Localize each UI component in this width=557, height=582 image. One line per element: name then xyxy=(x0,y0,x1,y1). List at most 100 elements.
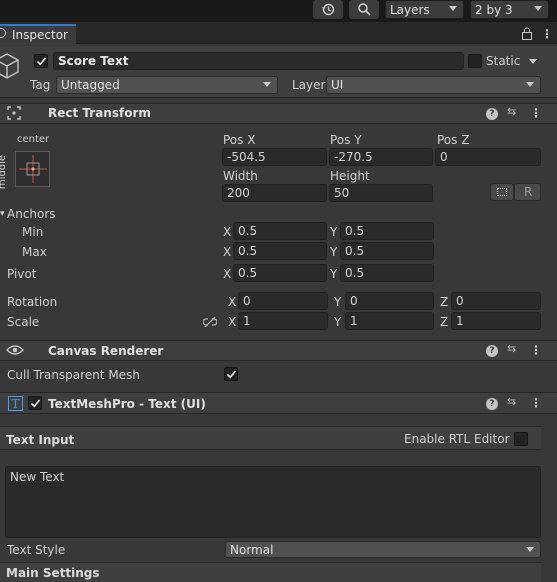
chevron-down-icon xyxy=(449,6,457,11)
presets-icon[interactable]: ⇆ xyxy=(507,342,516,355)
anchor-preset-button[interactable] xyxy=(15,151,50,187)
scale-label: Scale xyxy=(7,315,40,329)
max-label: Max xyxy=(22,245,47,259)
x-label: X xyxy=(223,267,232,281)
static-label: Static xyxy=(486,54,521,68)
gameobject-cube-icon xyxy=(0,53,19,79)
x-label: X xyxy=(228,315,237,329)
raw-edit-button[interactable]: R xyxy=(514,183,541,201)
lock-icon[interactable] xyxy=(521,27,533,40)
eye-icon xyxy=(6,345,24,355)
tab-inspector[interactable]: Inspector xyxy=(0,24,76,45)
more-options-icon[interactable]: ⋮ xyxy=(530,395,542,411)
layers-dropdown[interactable]: Layers xyxy=(385,0,464,19)
object-name-input[interactable]: Score Text xyxy=(53,52,464,70)
chevron-down-icon xyxy=(534,6,542,11)
static-dropdown-chevron-icon[interactable] xyxy=(529,59,537,64)
help-icon[interactable]: ? xyxy=(486,108,498,120)
rect-transform-title: Rect Transform xyxy=(48,106,151,120)
width-label: Width xyxy=(223,169,258,183)
pos-x-field[interactable]: -504.5 xyxy=(222,148,327,166)
help-icon[interactable]: ? xyxy=(486,345,498,357)
anchors-label: Anchors xyxy=(7,207,56,221)
chevron-down-icon xyxy=(263,82,271,87)
cull-transparent-mesh-checkbox[interactable] xyxy=(224,367,238,381)
pivot-label: Pivot xyxy=(7,267,37,281)
z-label: Z xyxy=(440,315,449,329)
chevron-down-icon xyxy=(526,547,534,552)
active-checkbox[interactable] xyxy=(34,54,48,68)
scale-z-field[interactable]: 1 xyxy=(451,312,541,330)
pos-y-label: Pos Y xyxy=(330,133,362,147)
rect-transform-icon xyxy=(7,106,21,120)
anchor-min-y-field[interactable]: 0.5 xyxy=(340,222,434,240)
static-checkbox[interactable] xyxy=(468,54,482,68)
enable-rtl-editor-checkbox[interactable] xyxy=(514,432,528,446)
height-label: Height xyxy=(330,169,370,183)
more-options-icon[interactable]: ⋮ xyxy=(530,105,542,121)
text-input-label: Text Input xyxy=(6,433,75,447)
cull-transparent-mesh-label: Cull Transparent Mesh xyxy=(7,368,140,382)
scale-x-field[interactable]: 1 xyxy=(238,312,328,330)
text-style-label: Text Style xyxy=(7,543,66,557)
rotation-x-field[interactable]: 0 xyxy=(238,292,328,310)
tag-dropdown[interactable]: Untagged xyxy=(56,76,278,94)
pos-x-label: Pos X xyxy=(223,133,256,147)
text-input-area[interactable]: New Text xyxy=(5,466,541,538)
layer-label: Layer xyxy=(292,78,326,92)
main-settings-label: Main Settings xyxy=(6,566,100,580)
y-label: Y xyxy=(334,315,342,329)
x-label: X xyxy=(223,245,232,259)
text-style-dropdown[interactable]: Normal xyxy=(225,541,541,558)
layout-label: 2 by 3 xyxy=(475,3,513,17)
pos-y-field[interactable]: -270.5 xyxy=(329,148,433,166)
scale-y-field[interactable]: 1 xyxy=(345,312,434,330)
textmeshpro-enabled-checkbox[interactable] xyxy=(28,396,42,410)
tag-value: Untagged xyxy=(61,78,120,92)
history-icon xyxy=(322,3,335,16)
more-options-icon[interactable]: ⋮ xyxy=(530,342,542,358)
pivot-y-field[interactable]: 0.5 xyxy=(340,264,434,282)
anchor-max-y-field[interactable]: 0.5 xyxy=(340,242,434,260)
more-options-icon[interactable]: ⋮ xyxy=(541,26,553,42)
enable-rtl-editor-label: Enable RTL Editor xyxy=(404,432,510,446)
rotation-z-field[interactable]: 0 xyxy=(451,292,541,310)
layer-dropdown[interactable]: UI xyxy=(326,76,541,94)
presets-icon[interactable]: ⇆ xyxy=(507,395,516,408)
anchor-h-label: center xyxy=(17,134,50,145)
blueprint-icon xyxy=(497,188,507,196)
history-button[interactable] xyxy=(313,0,343,19)
constrain-proportions-icon[interactable] xyxy=(203,316,217,328)
min-label: Min xyxy=(22,225,44,239)
height-field[interactable]: 50 xyxy=(329,184,433,202)
width-field[interactable]: 200 xyxy=(222,184,327,202)
textmeshpro-title: TextMeshPro - Text (UI) xyxy=(48,397,206,411)
text-style-value: Normal xyxy=(230,543,274,557)
blueprint-mode-button[interactable] xyxy=(490,183,514,201)
layer-value: UI xyxy=(331,78,344,92)
anchor-max-x-field[interactable]: 0.5 xyxy=(233,242,327,260)
tab-bar xyxy=(0,22,557,44)
info-icon xyxy=(0,28,6,38)
object-name-value: Score Text xyxy=(58,54,129,68)
layers-label: Layers xyxy=(390,3,430,17)
foldout-arrow-icon[interactable]: ▾ xyxy=(0,206,5,222)
rotation-label: Rotation xyxy=(7,295,58,309)
chevron-down-icon xyxy=(526,82,534,87)
x-label: X xyxy=(223,225,232,239)
pivot-x-field[interactable]: 0.5 xyxy=(233,264,327,282)
text-input-value: New Text xyxy=(10,470,65,484)
search-icon xyxy=(358,3,371,16)
search-button[interactable] xyxy=(349,0,379,19)
tag-label: Tag xyxy=(30,78,51,92)
anchor-preset-icon xyxy=(19,155,47,183)
y-label: Y xyxy=(330,267,338,281)
rotation-y-field[interactable]: 0 xyxy=(345,292,434,310)
layout-dropdown[interactable]: 2 by 3 xyxy=(470,0,549,19)
y-label: Y xyxy=(330,225,338,239)
presets-icon[interactable]: ⇆ xyxy=(507,105,516,118)
anchor-min-x-field[interactable]: 0.5 xyxy=(233,222,327,240)
pos-z-field[interactable]: 0 xyxy=(435,148,541,166)
help-icon[interactable]: ? xyxy=(486,398,498,410)
tab-title: Inspector xyxy=(12,28,68,42)
